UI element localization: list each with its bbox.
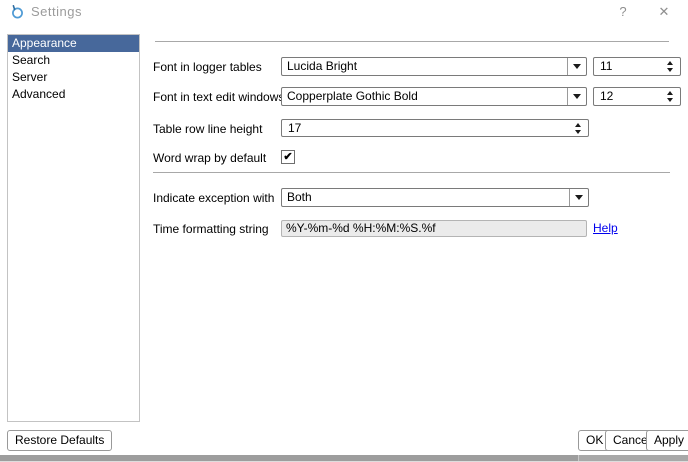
- time-format-help-link[interactable]: Help: [593, 221, 618, 235]
- font-editor-size-stepper[interactable]: 12: [593, 87, 681, 106]
- checkmark-icon: ✔: [283, 151, 292, 163]
- time-format-label: Time formatting string: [153, 222, 269, 236]
- chevron-down-icon[interactable]: [569, 189, 588, 206]
- word-wrap-label: Word wrap by default: [153, 151, 266, 165]
- font-editor-label: Font in text edit windows: [153, 90, 284, 104]
- row-height-label: Table row line height: [153, 122, 262, 136]
- exception-combo[interactable]: Both: [281, 188, 589, 207]
- sidebar-item-server[interactable]: Server: [8, 69, 139, 86]
- spinner-arrows-icon[interactable]: [575, 120, 581, 136]
- top-separator: [155, 41, 669, 42]
- exception-label: Indicate exception with: [153, 191, 274, 205]
- font-logger-combo[interactable]: Lucida Bright: [281, 57, 587, 76]
- restore-defaults-button[interactable]: Restore Defaults: [7, 430, 112, 451]
- chevron-down-icon[interactable]: [567, 58, 586, 75]
- chevron-down-icon[interactable]: [567, 88, 586, 105]
- close-icon[interactable]: ✕: [652, 2, 676, 22]
- spinner-arrows-icon[interactable]: [667, 88, 673, 105]
- font-logger-size-stepper[interactable]: 11: [593, 57, 681, 76]
- sidebar-item-advanced[interactable]: Advanced: [8, 86, 139, 103]
- sidebar-item-appearance[interactable]: Appearance: [8, 35, 139, 52]
- font-logger-size-value: 11: [600, 59, 612, 73]
- help-icon[interactable]: ?: [612, 2, 634, 22]
- font-logger-label: Font in logger tables: [153, 60, 262, 74]
- window-title: Settings: [31, 4, 82, 19]
- exception-combo-value: Both: [287, 190, 312, 204]
- category-list: Appearance Search Server Advanced: [7, 34, 140, 422]
- middle-separator: [153, 172, 670, 173]
- font-editor-size-value: 12: [600, 89, 613, 103]
- font-logger-combo-value: Lucida Bright: [287, 59, 357, 73]
- row-height-value: 17: [288, 121, 301, 135]
- spinner-arrows-icon[interactable]: [667, 58, 673, 75]
- settings-dialog: Settings ? ✕ Appearance Search Server Ad…: [0, 0, 688, 462]
- apply-button[interactable]: Apply: [646, 430, 688, 451]
- app-logo-icon: [10, 4, 25, 20]
- word-wrap-checkbox[interactable]: ✔: [281, 150, 295, 164]
- font-editor-combo[interactable]: Copperplate Gothic Bold: [281, 87, 587, 106]
- sidebar-item-search[interactable]: Search: [8, 52, 139, 69]
- font-editor-combo-value: Copperplate Gothic Bold: [287, 89, 418, 103]
- time-format-field[interactable]: %Y-%m-%d %H:%M:%S.%f: [281, 220, 587, 237]
- row-height-stepper[interactable]: 17: [281, 119, 589, 137]
